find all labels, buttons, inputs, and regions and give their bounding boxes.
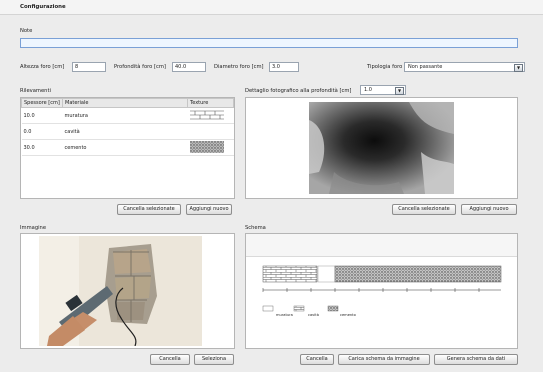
add-layer-button[interactable]: Aggiungi nuovo bbox=[186, 204, 232, 215]
hole-type-label: Tipologia foro bbox=[367, 64, 403, 70]
texture-cell[interactable] bbox=[187, 107, 234, 124]
table-row[interactable]: 30.0 cemento bbox=[21, 139, 234, 156]
thickness-cell[interactable]: 10.0 bbox=[21, 107, 63, 124]
hole-diameter-input[interactable]: 3.0 bbox=[269, 62, 299, 72]
chevron-down-icon[interactable]: ▼ bbox=[395, 87, 404, 95]
photo-detail-label: Dettaglio fotografico alla profondità [c… bbox=[245, 88, 352, 94]
note-label: Note bbox=[20, 28, 33, 34]
window-title-bar: Configurazione bbox=[0, 0, 543, 15]
material-cell[interactable]: muratura bbox=[62, 107, 188, 124]
delete-image-button[interactable]: Cancella bbox=[150, 354, 190, 365]
thickness-cell[interactable]: 0.0 bbox=[21, 123, 63, 140]
load-scheme-from-image-button[interactable]: Carica schema da immagine bbox=[338, 354, 430, 365]
photo-depth-select[interactable]: 1.0 ▼ bbox=[360, 85, 406, 95]
window-title: Configurazione bbox=[20, 4, 66, 10]
note-input[interactable] bbox=[20, 38, 518, 48]
layers-section-label: Rilevamenti bbox=[20, 88, 51, 94]
material-cell[interactable]: cemento bbox=[62, 139, 188, 156]
wall-measurement-photo bbox=[39, 236, 202, 346]
delete-selected-photos-button[interactable]: Cancella selezionate bbox=[392, 204, 456, 215]
hole-type-value: Non passante bbox=[408, 64, 443, 70]
concrete-texture bbox=[189, 140, 224, 153]
layers-table: Spessore [cm] Materiale Texture 10.0 mur… bbox=[21, 98, 234, 156]
scheme-header-strip bbox=[246, 234, 517, 257]
scheme-section-label: Schema bbox=[245, 225, 266, 231]
texture-cell[interactable] bbox=[187, 123, 234, 140]
delete-scheme-button[interactable]: Cancella bbox=[300, 354, 334, 365]
image-section-label: Immagine bbox=[20, 225, 47, 231]
brick-texture bbox=[189, 108, 224, 121]
texture-cell[interactable] bbox=[187, 139, 234, 156]
legend-label-masonry: muratura bbox=[276, 313, 293, 317]
borehole-photo bbox=[309, 102, 454, 194]
chevron-down-icon[interactable]: ▼ bbox=[514, 64, 523, 72]
material-cell[interactable]: cavità bbox=[62, 123, 188, 140]
hole-depth-input[interactable]: 40.0 bbox=[172, 62, 206, 72]
generate-scheme-from-data-button[interactable]: Genera schema da dati bbox=[434, 354, 518, 365]
legend-label-cavity: cavità bbox=[308, 313, 319, 317]
wall-height-input[interactable]: 8 bbox=[72, 62, 106, 72]
photo-depth-value: 1.0 bbox=[364, 87, 372, 93]
legend-label-concrete: cemento bbox=[340, 313, 356, 317]
layers-table-panel: Spessore [cm] Materiale Texture 10.0 mur… bbox=[20, 97, 235, 199]
column-header-texture[interactable]: Texture bbox=[187, 98, 234, 108]
hole-depth-label: Profondità foro [cm] bbox=[114, 64, 166, 70]
add-photo-button[interactable]: Aggiungi nuovo bbox=[461, 204, 517, 215]
table-row[interactable]: 10.0 muratura bbox=[21, 107, 234, 124]
wall-height-label: Altezza foro [cm] bbox=[20, 64, 65, 70]
photo-detail-panel bbox=[245, 97, 518, 199]
image-panel bbox=[20, 233, 235, 349]
thickness-cell[interactable]: 30.0 bbox=[21, 139, 63, 156]
hole-type-select[interactable]: Non passante ▼ bbox=[404, 62, 525, 72]
scheme-panel: muratura cavità cemento bbox=[245, 233, 518, 349]
column-header-thickness[interactable]: Spessore [cm] bbox=[21, 98, 63, 108]
hole-diameter-label: Diametro foro [cm] bbox=[214, 64, 264, 70]
delete-selected-layers-button[interactable]: Cancella selezionate bbox=[117, 204, 181, 215]
select-image-button[interactable]: Seleziona bbox=[194, 354, 234, 365]
column-header-material[interactable]: Materiale bbox=[62, 98, 188, 108]
layer-scheme-diagram bbox=[262, 265, 502, 312]
table-row[interactable]: 0.0 cavità bbox=[21, 123, 234, 140]
